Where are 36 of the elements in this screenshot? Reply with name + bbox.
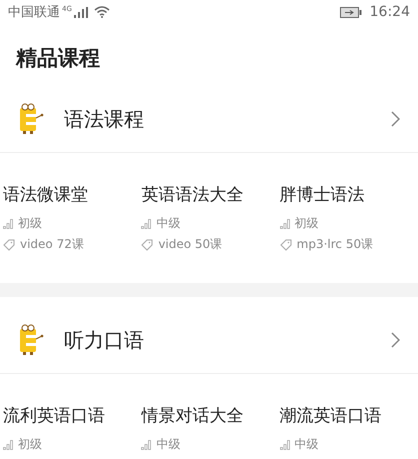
course-info: video 50课 [158, 236, 222, 253]
course-title[interactable]: 潮流英语口语 [280, 404, 418, 427]
course-info: mp3·lrc 50课 [296, 236, 374, 253]
course-level: 中级 [156, 436, 180, 453]
course-title[interactable]: 情景对话大全 [141, 404, 280, 427]
difficulty-icon [3, 440, 13, 450]
course-title[interactable]: 语法微课堂 [3, 183, 142, 206]
course-level: 初级 [18, 436, 42, 453]
course-level: 初级 [294, 215, 319, 232]
difficulty-icon [141, 440, 152, 450]
difficulty-icon [141, 218, 152, 228]
wifi-icon [94, 6, 110, 18]
tag-icon [3, 238, 15, 250]
chevron-right-icon [391, 332, 400, 348]
tag-icon [141, 238, 154, 250]
chevron-right-icon [391, 111, 400, 127]
mascot-icon [18, 103, 44, 135]
signal-icon [74, 6, 88, 18]
carrier-name: 中国联通 [8, 4, 60, 21]
course-title[interactable]: 胖博士语法 [280, 183, 418, 206]
difficulty-icon [3, 218, 13, 228]
course-info: video 72课 [20, 236, 84, 253]
page-title: 精品课程 [14, 45, 101, 72]
mascot-icon [18, 324, 44, 356]
course-level: 中级 [294, 436, 319, 453]
clock-time: 16:24 [370, 4, 410, 20]
difficulty-icon [280, 440, 290, 450]
battery-icon [340, 6, 362, 18]
course-title[interactable]: 流利英语口语 [3, 404, 142, 427]
difficulty-icon [280, 218, 290, 228]
tag-icon [280, 238, 292, 250]
section-header[interactable]: 听力口语 [0, 307, 418, 373]
course-title[interactable]: 英语语法大全 [141, 183, 280, 206]
section-header[interactable]: 语法课程 [0, 86, 418, 152]
course-level: 初级 [18, 215, 42, 232]
course-level: 中级 [156, 215, 180, 232]
